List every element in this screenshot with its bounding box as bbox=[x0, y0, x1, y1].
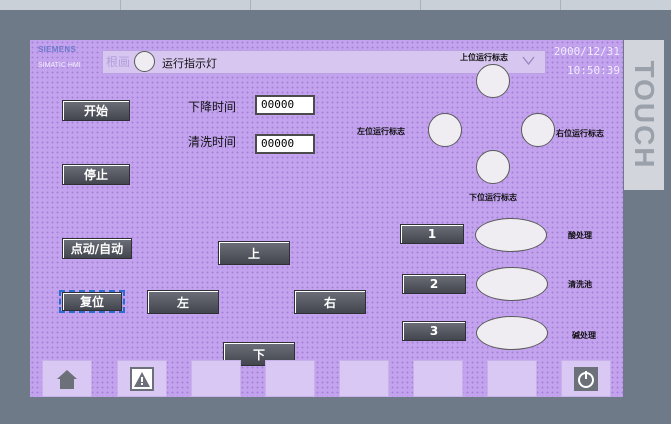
alkali-tank-label: 碱处理 bbox=[572, 330, 596, 340]
wash-tank-lamp bbox=[476, 267, 548, 301]
fkey-6[interactable] bbox=[413, 360, 463, 397]
wash-time-label: 清洗时间 bbox=[188, 135, 237, 149]
left-flag-label: 左位运行标志 bbox=[357, 126, 405, 136]
alkali-tank-lamp bbox=[476, 316, 548, 350]
tank-1-button[interactable]: 1 bbox=[400, 224, 464, 244]
reset-button[interactable]: 复位 bbox=[62, 292, 122, 311]
power-fkey[interactable] bbox=[561, 360, 611, 397]
left-position-lamp bbox=[428, 113, 462, 147]
wash-tank-label: 清洗池 bbox=[568, 279, 592, 289]
fkey-3[interactable] bbox=[191, 360, 241, 397]
acid-tank-label: 酸处理 bbox=[568, 230, 592, 240]
touch-bezel-label: TOUCH bbox=[624, 40, 664, 190]
alarm-fkey[interactable] bbox=[117, 360, 167, 397]
acid-tank-lamp bbox=[475, 218, 547, 252]
power-icon bbox=[574, 366, 598, 391]
tank-3-button[interactable]: 3 bbox=[402, 321, 466, 341]
top-position-lamp bbox=[476, 64, 510, 98]
simatic-label: SIMATIC HMI bbox=[38, 62, 81, 69]
bottom-position-lamp bbox=[476, 150, 510, 184]
chevron-down-icon[interactable] bbox=[522, 55, 535, 66]
fkey-5[interactable] bbox=[339, 360, 389, 397]
fkey-4[interactable] bbox=[265, 360, 315, 397]
fkey-7[interactable] bbox=[487, 360, 537, 397]
right-flag-label: 右位运行标志 bbox=[556, 128, 604, 138]
tank-2-button[interactable]: 2 bbox=[402, 274, 466, 294]
screen-name-ghost: 根画 bbox=[106, 55, 131, 69]
right-button[interactable]: 右 bbox=[294, 290, 366, 314]
alarm-icon bbox=[130, 366, 154, 391]
run-indicator-label: 运行指示灯 bbox=[162, 57, 217, 70]
wash-time-field[interactable]: 00000 bbox=[255, 134, 315, 154]
home-icon bbox=[57, 369, 77, 389]
siemens-logo: SIEMENS bbox=[38, 45, 77, 54]
up-button[interactable]: 上 bbox=[218, 241, 290, 265]
top-window-strip bbox=[0, 0, 671, 10]
fall-time-field[interactable]: 00000 bbox=[255, 95, 315, 115]
run-indicator-lamp bbox=[134, 51, 155, 72]
top-flag-label: 上位运行标志 bbox=[460, 52, 508, 62]
time-readout: 10:50:39 bbox=[567, 64, 620, 77]
jog-auto-button[interactable]: 点动/自动 bbox=[62, 238, 132, 259]
hmi-screen: SIEMENS SIMATIC HMI 根画 运行指示灯 上位运行标志 2000… bbox=[30, 40, 623, 397]
right-position-lamp bbox=[521, 113, 555, 147]
bottom-flag-label: 下位运行标志 bbox=[469, 192, 517, 202]
home-fkey[interactable] bbox=[42, 360, 92, 397]
start-button[interactable]: 开始 bbox=[62, 100, 130, 121]
stop-button[interactable]: 停止 bbox=[62, 164, 130, 185]
left-button[interactable]: 左 bbox=[147, 290, 219, 314]
date-readout: 2000/12/31 bbox=[553, 45, 620, 58]
fall-time-label: 下降时间 bbox=[188, 100, 237, 114]
